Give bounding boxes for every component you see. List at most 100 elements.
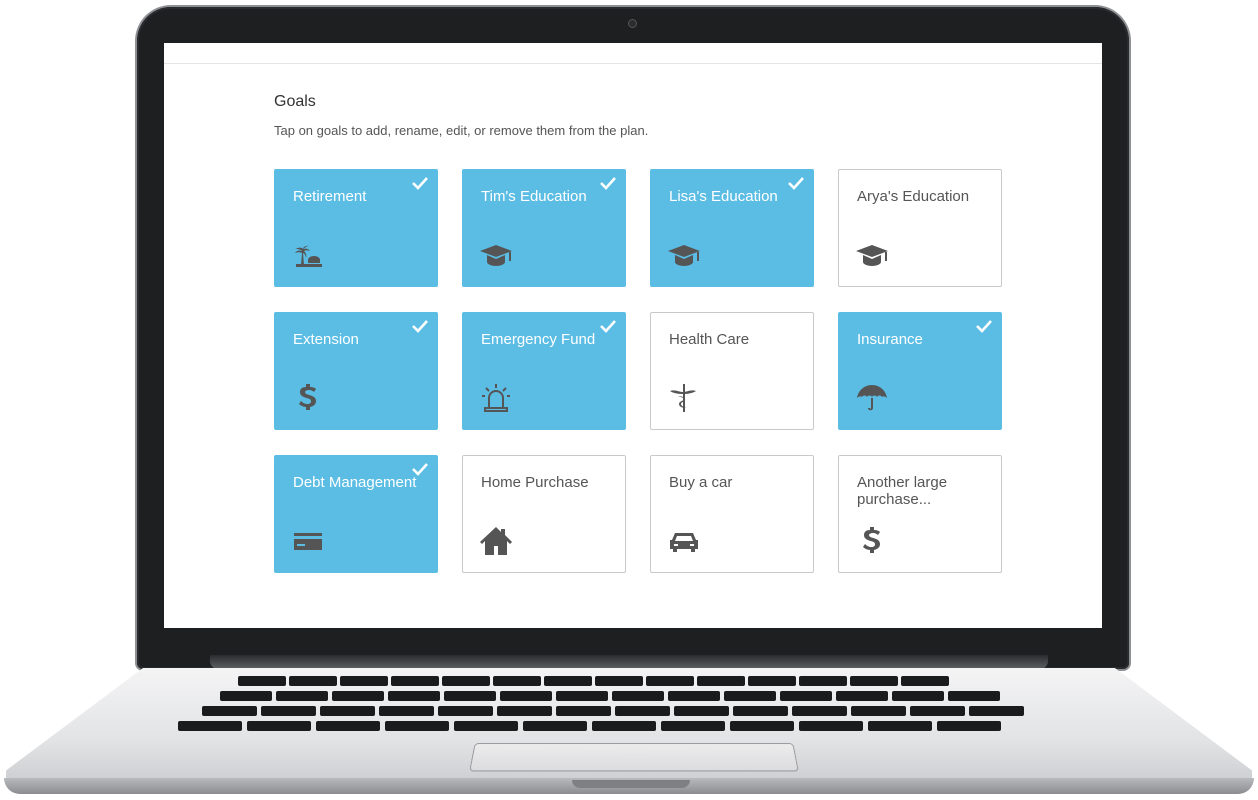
keyboard-key xyxy=(661,721,725,731)
page-subtitle: Tap on goals to add, rename, edit, or re… xyxy=(274,123,649,138)
keyboard-key xyxy=(836,691,888,701)
keyboard-key xyxy=(556,706,611,716)
goal-label: Debt Management xyxy=(293,474,417,491)
credit-card-icon xyxy=(291,524,325,558)
goal-card[interactable]: Insurance xyxy=(838,312,1002,430)
webcam xyxy=(628,19,637,28)
keyboard-key xyxy=(969,706,1024,716)
keyboard-key xyxy=(442,676,490,686)
goal-label: Retirement xyxy=(293,188,367,205)
keyboard-key xyxy=(948,691,1000,701)
car-icon xyxy=(667,524,701,558)
laptop-notch xyxy=(572,780,690,788)
keyboard-key xyxy=(320,706,375,716)
keyboard-key xyxy=(646,676,694,686)
keyboard-key xyxy=(276,691,328,701)
keyboard-key xyxy=(780,691,832,701)
keyboard-key xyxy=(851,706,906,716)
keyboard-key xyxy=(202,706,257,716)
goal-label: Insurance xyxy=(857,331,923,348)
keyboard-key xyxy=(544,676,592,686)
keyboard-key xyxy=(595,676,643,686)
goal-label: Tim's Education xyxy=(481,188,587,205)
goal-card[interactable]: Buy a car xyxy=(650,455,814,573)
graduation-cap-icon xyxy=(855,238,889,272)
keyboard-key xyxy=(454,721,518,731)
checkmark-icon xyxy=(975,319,993,333)
keyboard-key xyxy=(497,706,552,716)
keyboard-key xyxy=(748,676,796,686)
keyboard-key xyxy=(724,691,776,701)
keyboard-key xyxy=(385,721,449,731)
header-divider xyxy=(164,63,1102,64)
keyboard-key xyxy=(697,676,745,686)
goal-card[interactable]: Arya's Education xyxy=(838,169,1002,287)
goal-label: Emergency Fund xyxy=(481,331,596,348)
keyboard-key xyxy=(792,706,847,716)
umbrella-icon xyxy=(855,381,889,415)
goal-label: Another large purchase... xyxy=(857,474,948,508)
keyboard-key xyxy=(332,691,384,701)
goal-label: Buy a car xyxy=(669,474,733,491)
app-screen: Goals Tap on goals to add, rename, edit,… xyxy=(164,43,1102,628)
keyboard-key xyxy=(444,691,496,701)
keyboard-key xyxy=(316,721,380,731)
keyboard-key xyxy=(733,706,788,716)
keyboard-key xyxy=(178,721,242,731)
goal-label: Extension xyxy=(293,331,359,348)
goal-card[interactable]: Extension xyxy=(274,312,438,430)
keyboard-key xyxy=(500,691,552,701)
keyboard-key xyxy=(523,721,587,731)
goal-card[interactable]: Emergency Fund xyxy=(462,312,626,430)
goal-card[interactable]: Lisa's Education xyxy=(650,169,814,287)
keyboard-key xyxy=(379,706,434,716)
laptop-keyboard xyxy=(168,674,1098,736)
checkmark-icon xyxy=(411,176,429,190)
keyboard-key xyxy=(289,676,337,686)
goal-label: Lisa's Education xyxy=(669,188,778,205)
island-icon xyxy=(291,238,325,272)
checkmark-icon xyxy=(599,176,617,190)
page-title: Goals xyxy=(274,93,316,110)
keyboard-key xyxy=(730,721,794,731)
laptop-hinge xyxy=(210,655,1048,669)
goals-grid: Retirement Tim's Education Lisa's Educatio… xyxy=(274,169,1004,575)
alarm-light-icon xyxy=(479,381,513,415)
goal-label: Health Care xyxy=(669,331,750,348)
keyboard-key xyxy=(910,706,965,716)
goal-card[interactable]: Another large purchase... xyxy=(838,455,1002,573)
laptop-trackpad xyxy=(469,743,799,772)
keyboard-key xyxy=(892,691,944,701)
goal-card[interactable]: Home Purchase xyxy=(462,455,626,573)
keyboard-key xyxy=(612,691,664,701)
caduceus-icon xyxy=(667,381,701,415)
goal-card[interactable]: Retirement xyxy=(274,169,438,287)
checkmark-icon xyxy=(411,319,429,333)
keyboard-key xyxy=(340,676,388,686)
keyboard-key xyxy=(850,676,898,686)
dollar-icon xyxy=(855,524,889,558)
goal-card[interactable]: Debt Management xyxy=(274,455,438,573)
keyboard-key xyxy=(615,706,670,716)
keyboard-key xyxy=(493,676,541,686)
graduation-cap-icon xyxy=(479,238,513,272)
house-icon xyxy=(479,524,513,558)
keyboard-key xyxy=(674,706,729,716)
graduation-cap-icon xyxy=(667,238,701,272)
goal-card[interactable]: Health Care xyxy=(650,312,814,430)
goal-card[interactable]: Tim's Education xyxy=(462,169,626,287)
keyboard-key xyxy=(438,706,493,716)
keyboard-key xyxy=(937,721,1001,731)
keyboard-key xyxy=(868,721,932,731)
keyboard-key xyxy=(799,721,863,731)
keyboard-key xyxy=(799,676,847,686)
checkmark-icon xyxy=(787,176,805,190)
keyboard-key xyxy=(391,676,439,686)
goal-label: Home Purchase xyxy=(481,474,589,491)
keyboard-key xyxy=(388,691,440,701)
keyboard-key xyxy=(238,676,286,686)
keyboard-key xyxy=(556,691,608,701)
dollar-icon xyxy=(291,381,325,415)
checkmark-icon xyxy=(599,319,617,333)
checkmark-icon xyxy=(411,462,429,476)
